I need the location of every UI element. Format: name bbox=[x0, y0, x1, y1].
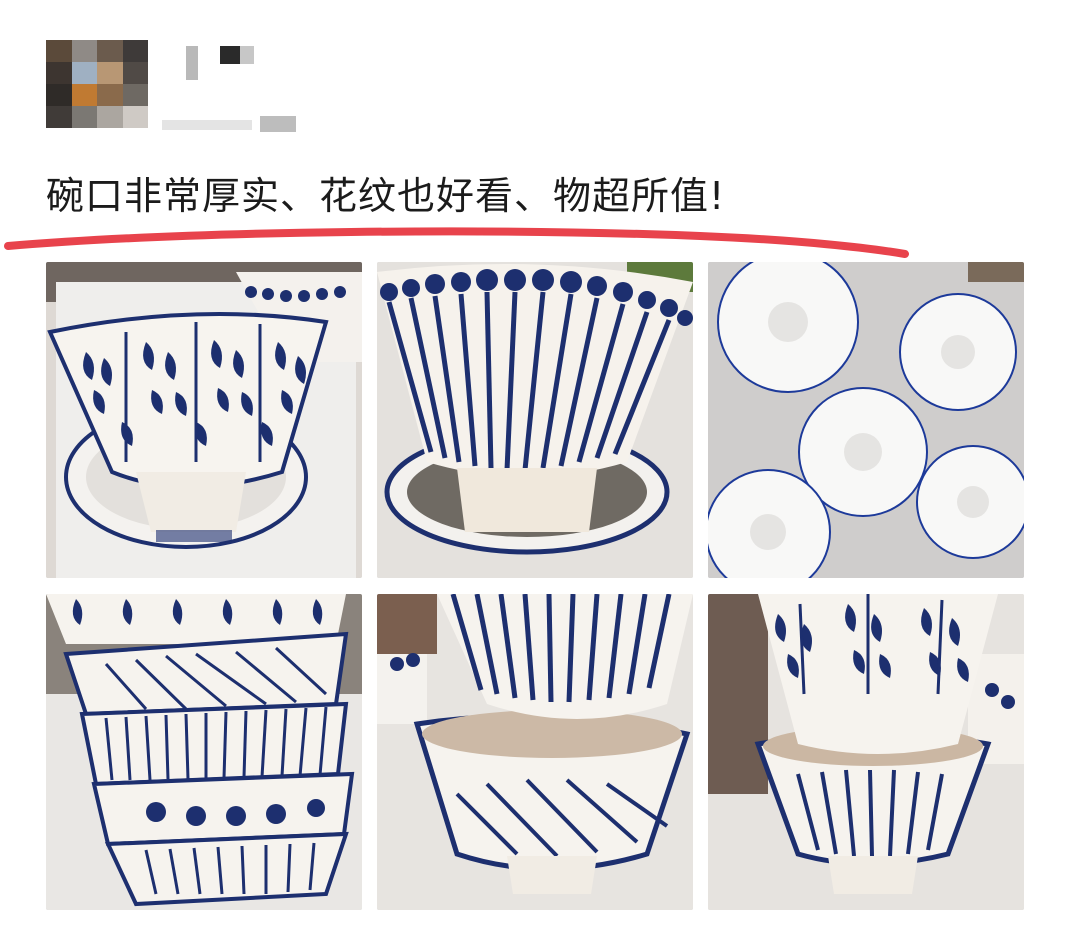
user-avatar[interactable] bbox=[46, 40, 148, 128]
photo-white-bowls[interactable] bbox=[708, 262, 1024, 578]
username-blurred bbox=[180, 44, 270, 84]
photo-leaf-bowl-on-line-bowl[interactable] bbox=[708, 594, 1024, 910]
photo-grid bbox=[46, 262, 1026, 910]
photo-line-dot-bowl[interactable] bbox=[377, 262, 693, 578]
photo-line-bowl-on-diagonal[interactable] bbox=[377, 594, 693, 910]
photo-leaf-bowl[interactable] bbox=[46, 262, 362, 578]
photo-stacked-bowls[interactable] bbox=[46, 594, 362, 910]
review-text: 碗口非常厚实、花纹也好看、物超所值! bbox=[46, 174, 726, 218]
post-date-blurred bbox=[160, 112, 300, 136]
